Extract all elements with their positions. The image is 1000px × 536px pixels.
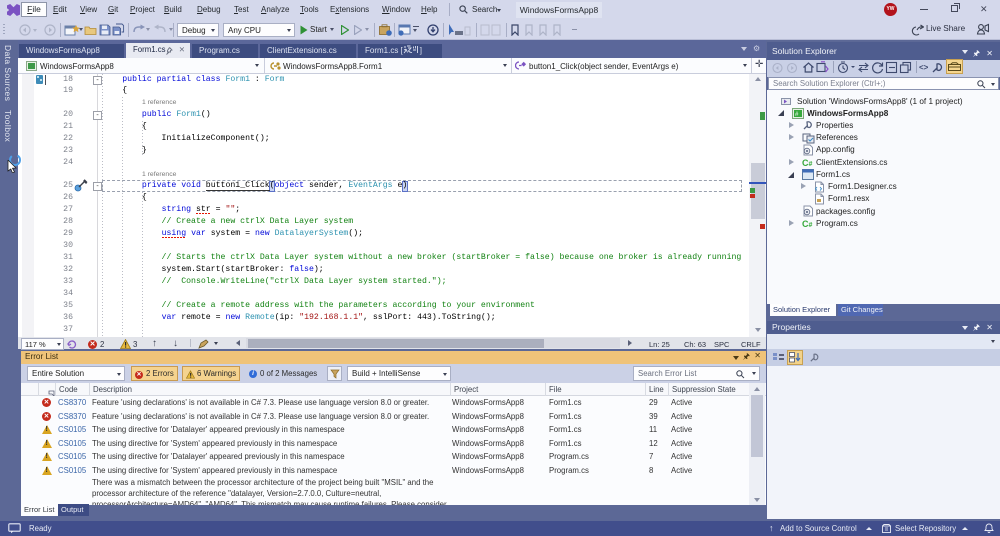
svg-text:#: # xyxy=(809,222,813,229)
svg-text:#: # xyxy=(809,161,813,168)
